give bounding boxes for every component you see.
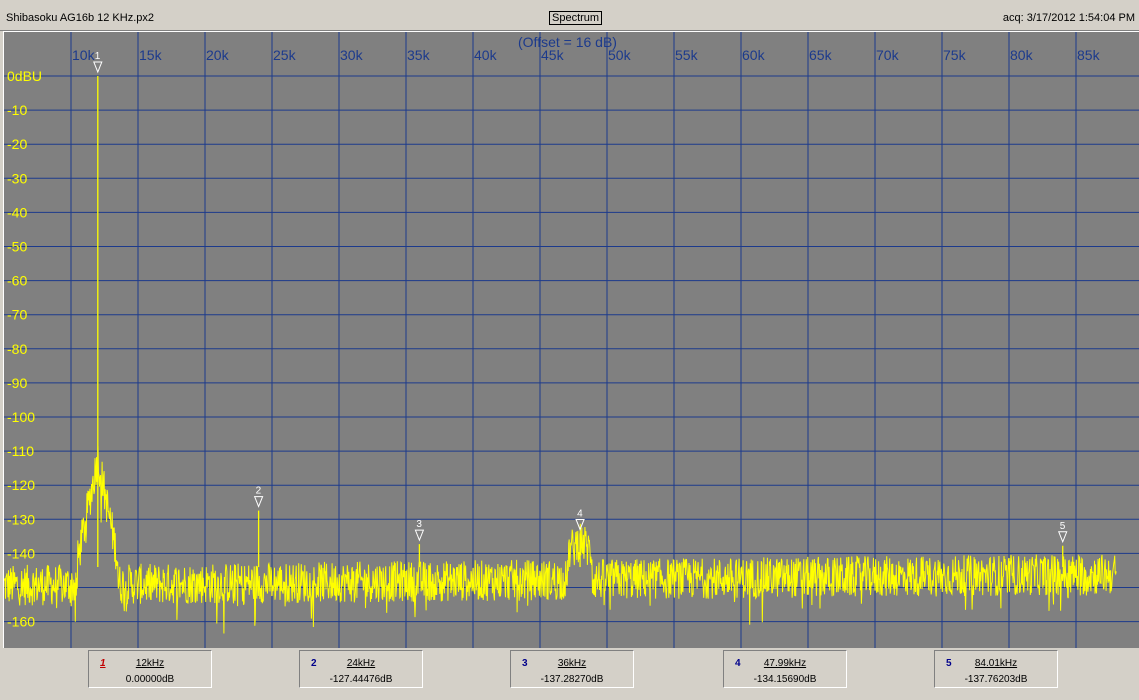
marker-label: 5 — [1060, 521, 1066, 532]
marker-readout-1[interactable]: 1 12kHz 0.00000dB — [88, 650, 212, 688]
y-tick-label: -50 — [7, 239, 27, 255]
x-tick-label: 35k — [407, 47, 431, 63]
marker-triangle — [1057, 531, 1068, 544]
y-tick-label: -70 — [7, 307, 27, 323]
x-tick-label: 70k — [876, 47, 900, 63]
marker-frequency: 47.99kHz — [763, 658, 807, 669]
marker-triangle — [253, 496, 264, 508]
y-tick-label: -30 — [7, 170, 27, 186]
marker-readout-2[interactable]: 2 24kHz -127.44476dB — [299, 650, 423, 688]
x-tick-label: 85k — [1077, 47, 1101, 63]
x-tick-label: 55k — [675, 47, 699, 63]
spectrum-chart[interactable]: 10k 15k 20k 25k 30k 35k 40k 45k 50k 55k 60k 65k 70k 7… — [4, 32, 1139, 648]
acquisition-timestamp: acq: 3/17/2012 1:54:04 PM — [1002, 12, 1135, 24]
x-tick-label: 30k — [340, 47, 364, 63]
marker-triangle — [414, 529, 425, 542]
x-tick-label: 15k — [139, 47, 163, 63]
chart-title: (Offset = 16 dB) — [518, 34, 617, 50]
x-tick-label: 20k — [206, 47, 230, 63]
marker-level: -137.28270dB — [540, 674, 604, 685]
marker-table: 1 12kHz 0.00000dB 2 24kHz -127.44476dB 3… — [0, 648, 1139, 700]
y-tick-label: -80 — [7, 341, 27, 357]
y-tick-label: -90 — [7, 375, 27, 391]
marker-level: -134.15690dB — [753, 674, 817, 685]
y-tick-label: -100 — [7, 409, 35, 425]
marker-level: -137.76203dB — [964, 674, 1028, 685]
marker-readout-4[interactable]: 4 47.99kHz -134.15690dB — [723, 650, 847, 688]
title-bar: Shibasoku AG16b 12 KHz.px2 Spectrum acq:… — [0, 0, 1139, 31]
marker-label: 2 — [256, 486, 262, 497]
marker-frequency: 12kHz — [135, 658, 165, 669]
y-tick-label: -140 — [7, 545, 35, 561]
marker-label: 3 — [416, 519, 422, 530]
y-tick-label: -120 — [7, 477, 35, 493]
spectrum-button[interactable]: Spectrum — [549, 11, 603, 25]
x-tick-label: 40k — [474, 47, 498, 63]
marker-frequency: 36kHz — [557, 658, 587, 669]
y-tick-label: -130 — [7, 511, 35, 527]
marker-triangle — [93, 61, 103, 74]
marker-frequency: 24kHz — [346, 658, 376, 669]
y-tick-label: -160 — [7, 614, 35, 630]
y-tick-label: -40 — [7, 204, 27, 220]
y-tick-label: -110 — [7, 443, 34, 459]
x-tick-label: 80k — [1010, 47, 1034, 63]
x-tick-label: 60k — [742, 47, 766, 63]
spectrum-plot-area[interactable]: 10k 15k 20k 25k 30k 35k 40k 45k 50k 55k 60k 65k 70k 7… — [3, 31, 1139, 648]
x-tick-label: 65k — [809, 47, 833, 63]
x-tick-label: 10k — [72, 47, 96, 63]
y-tick-label: 0dBU — [7, 68, 42, 84]
marker-readout-3[interactable]: 3 36kHz -137.28270dB — [510, 650, 634, 688]
y-tick-label: -20 — [7, 136, 27, 152]
x-tick-label: 25k — [273, 47, 297, 63]
file-name: Shibasoku AG16b 12 KHz.px2 — [6, 12, 154, 24]
marker-frequency: 84.01kHz — [974, 658, 1018, 669]
marker-readout-5[interactable]: 5 84.01kHz -137.76203dB — [934, 650, 1058, 688]
spectrum-trace-noise — [4, 445, 1117, 634]
marker-level: -127.44476dB — [329, 674, 393, 685]
marker-level: 0.00000dB — [125, 674, 175, 685]
x-tick-label: 75k — [943, 47, 967, 63]
marker-label: 1 — [95, 51, 101, 62]
y-tick-label: -10 — [7, 102, 27, 118]
marker-label: 4 — [577, 508, 583, 519]
y-tick-label: -60 — [7, 273, 27, 289]
